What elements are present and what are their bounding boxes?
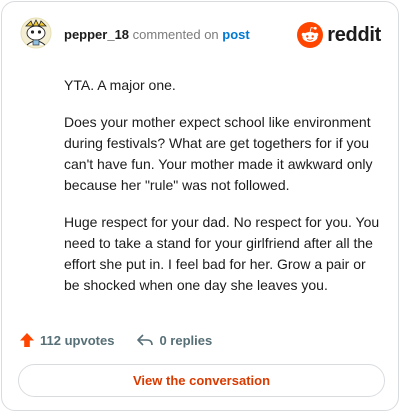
reply-count: 0 replies [159, 332, 213, 348]
reddit-snoo-icon [297, 22, 324, 48]
view-conversation-label: View the conversation [132, 373, 271, 388]
comment-header: pepper_18 commented on post [64, 27, 250, 43]
comment-body: YTA. A major one. Does your mother expec… [64, 75, 384, 312]
comment-paragraph-1: YTA. A major one. [64, 77, 176, 93]
upvote-count: 112 upvotes [40, 332, 115, 348]
user-avatar[interactable] [20, 17, 52, 49]
comment-paragraph-2: Does your mother expect school like envi… [64, 114, 373, 193]
comment-card: pepper_18 commented on post reddit YTA. … [1, 1, 399, 411]
reply-button[interactable]: 0 replies [136, 332, 212, 348]
upvote-button[interactable]: 112 upvotes [19, 332, 114, 348]
avatar-icon [20, 17, 52, 49]
reply-arrow-icon [137, 334, 154, 346]
reddit-brand[interactable]: reddit [297, 22, 381, 48]
comment-actions: 112 upvotes 0 replies [19, 332, 234, 348]
reddit-wordmark: reddit [327, 23, 381, 46]
comment-paragraph-3: Huge respect for your dad. No respect fo… [64, 214, 380, 293]
commented-on-label: commented on [132, 27, 219, 42]
view-conversation-button[interactable]: View the conversation [18, 364, 385, 397]
upvote-arrow-icon [20, 333, 34, 347]
post-link[interactable]: post [222, 27, 249, 42]
username[interactable]: pepper_18 [64, 27, 129, 42]
